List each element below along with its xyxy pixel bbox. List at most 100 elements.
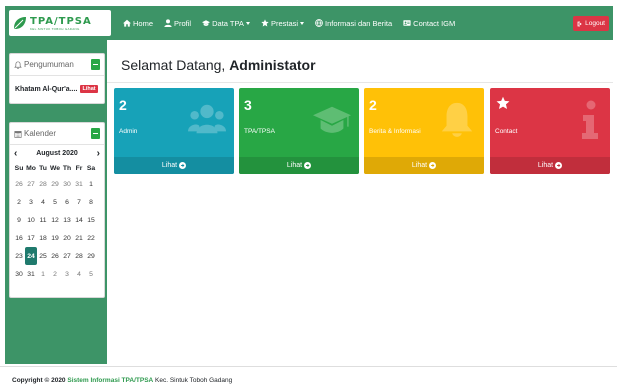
calendar-day-cell[interactable]: 15	[85, 211, 97, 229]
calendar-day-cell[interactable]: 27	[25, 175, 37, 193]
calendar-day-cell[interactable]: 12	[49, 211, 61, 229]
address-card-icon	[403, 20, 411, 26]
calendar-day-cell[interactable]: 4	[73, 265, 85, 283]
caret-down-icon	[300, 21, 305, 25]
calendar-day-cell[interactable]: 4	[37, 193, 49, 211]
calendar-day-cell[interactable]: 3	[25, 193, 37, 211]
calendar-next-button[interactable]: ›	[97, 148, 100, 159]
greeting-text: Selamat Datang,	[121, 57, 226, 73]
calendar-month-label[interactable]: August 2020	[36, 150, 78, 157]
contact-stat-box: Contact Lihat	[490, 88, 610, 174]
contact-label: Contact	[495, 128, 518, 135]
calendar-day-cell[interactable]: 20	[61, 229, 73, 247]
weekday-header: Fr	[75, 164, 83, 172]
tpa-lihat-label: Lihat	[286, 162, 303, 169]
calendar-day-cell[interactable]: 5	[49, 193, 61, 211]
calendar-day-cell[interactable]: 13	[61, 211, 73, 229]
home-icon	[123, 19, 131, 27]
nav-profil[interactable]: Profil	[164, 19, 191, 28]
calendar-day-cell[interactable]: 26	[13, 175, 25, 193]
calendar-day-cell[interactable]: 28	[73, 247, 85, 265]
tpa-lihat-link[interactable]: Lihat	[239, 157, 359, 174]
leaf-logo-icon	[14, 17, 26, 29]
title-divider	[107, 82, 613, 83]
footer-system-link[interactable]: Sistem Informasi TPA/TPSA	[67, 377, 153, 384]
calendar-day-cell[interactable]: 23	[13, 247, 25, 265]
calendar-day-cell[interactable]: 31	[73, 175, 85, 193]
calendar-day-cell[interactable]: 22	[85, 229, 97, 247]
logout-button[interactable]: Logout	[573, 16, 609, 31]
tpa-count: 3	[244, 97, 252, 113]
calendar-day-cell[interactable]: 27	[61, 247, 73, 265]
brand-name: TPA/TPSA	[30, 15, 92, 27]
star-icon	[496, 96, 510, 110]
calendar-day-cell[interactable]: 29	[85, 247, 97, 265]
calendar-day-cell[interactable]: 26	[49, 247, 61, 265]
collapse-calendar-button[interactable]	[91, 128, 100, 139]
nav-informasi-berita[interactable]: Informasi dan Berita	[315, 19, 392, 28]
tpa-stat-box: 3 TPA/TPSA Lihat	[239, 88, 359, 174]
announcement-item-text: Khatam Al-Qur'a....	[15, 85, 78, 93]
calendar-day-cell[interactable]: 6	[61, 193, 73, 211]
contact-lihat-link[interactable]: Lihat	[490, 157, 610, 174]
nav-prestasi[interactable]: Prestasi	[261, 19, 305, 28]
calendar-day-cell[interactable]: 3	[61, 265, 73, 283]
tpa-label: TPA/TPSA	[244, 128, 275, 135]
calendar-day-cell[interactable]: 2	[13, 193, 25, 211]
page-title: Selamat Datang, Administator	[121, 57, 316, 73]
calendar-prev-button[interactable]: ‹	[14, 148, 17, 159]
calendar-day-cell[interactable]: 9	[13, 211, 25, 229]
calendar-day-cell[interactable]: 30	[61, 175, 73, 193]
calendar-today-cell[interactable]: 24	[25, 247, 37, 265]
brand-subtitle: KEL.SINTUK TOBOH GADANG	[30, 26, 80, 31]
calendar-day-cell[interactable]: 16	[13, 229, 25, 247]
sign-out-icon	[577, 21, 582, 26]
collapse-announcement-button[interactable]	[91, 59, 100, 70]
arrow-circle-right-icon	[429, 162, 437, 169]
calendar-day-cell[interactable]: 1	[37, 265, 49, 283]
calendar-grid: Su Mo Tu We Th Fr Sa 26 27 28 29 30 31 1 2 3 4 5 6 7 8 9 10 11 1…	[10, 161, 104, 283]
calendar-day-cell[interactable]: 7	[73, 193, 85, 211]
info-icon	[582, 100, 598, 139]
berita-lihat-link[interactable]: Lihat	[364, 157, 484, 174]
minus-icon	[93, 63, 98, 66]
calendar-day-cell[interactable]: 5	[85, 265, 97, 283]
nav-home-label: Home	[133, 18, 154, 28]
calendar-day-cell[interactable]: 11	[37, 211, 49, 229]
calendar-day-cell[interactable]: 30	[13, 265, 25, 283]
admin-lihat-label: Lihat	[161, 162, 178, 169]
minus-icon	[93, 132, 98, 135]
top-navbar: TPA/TPSA KEL.SINTUK TOBOH GADANG Home Pr…	[5, 6, 613, 40]
nav-data-tpa[interactable]: Data TPA	[202, 19, 250, 28]
admin-lihat-link[interactable]: Lihat	[114, 157, 234, 174]
graduation-cap-icon	[202, 20, 211, 26]
calendar-day-cell[interactable]: 28	[37, 175, 49, 193]
nav-home[interactable]: Home	[123, 19, 153, 28]
calendar-day-cell[interactable]: 31	[25, 265, 37, 283]
nav-contact-igm[interactable]: Contact IGM	[403, 19, 455, 28]
footer-copyright: Copyright © 2020	[12, 377, 66, 384]
calendar-day-cell[interactable]: 17	[25, 229, 37, 247]
calendar-day-cell[interactable]: 25	[37, 247, 49, 265]
calendar-day-cell[interactable]: 29	[49, 175, 61, 193]
admin-count: 2	[119, 97, 127, 113]
calendar-day-cell[interactable]: 14	[73, 211, 85, 229]
brand-logo[interactable]: TPA/TPSA KEL.SINTUK TOBOH GADANG	[9, 10, 111, 36]
weekday-header: Su	[14, 164, 24, 172]
berita-lihat-label: Lihat	[411, 162, 428, 169]
admin-stat-box: 2 Admin Lihat	[114, 88, 234, 174]
arrow-circle-right-icon	[555, 162, 563, 169]
calendar-day-cell[interactable]: 1	[85, 175, 97, 193]
announcement-item[interactable]: Khatam Al-Qur'a.... Lihat	[10, 76, 104, 102]
calendar-day-cell[interactable]: 10	[25, 211, 37, 229]
logout-label: Logout	[585, 20, 605, 27]
weekday-header: Th	[62, 164, 72, 172]
calendar-day-cell[interactable]: 2	[49, 265, 61, 283]
announcement-lihat-button[interactable]: Lihat	[80, 85, 98, 93]
calendar-day-cell[interactable]: 8	[85, 193, 97, 211]
username-text: Administator	[229, 57, 316, 73]
announcement-header: Pengumuman	[10, 54, 104, 76]
calendar-day-cell[interactable]: 19	[49, 229, 61, 247]
calendar-day-cell[interactable]: 21	[73, 229, 85, 247]
calendar-day-cell[interactable]: 18	[37, 229, 49, 247]
